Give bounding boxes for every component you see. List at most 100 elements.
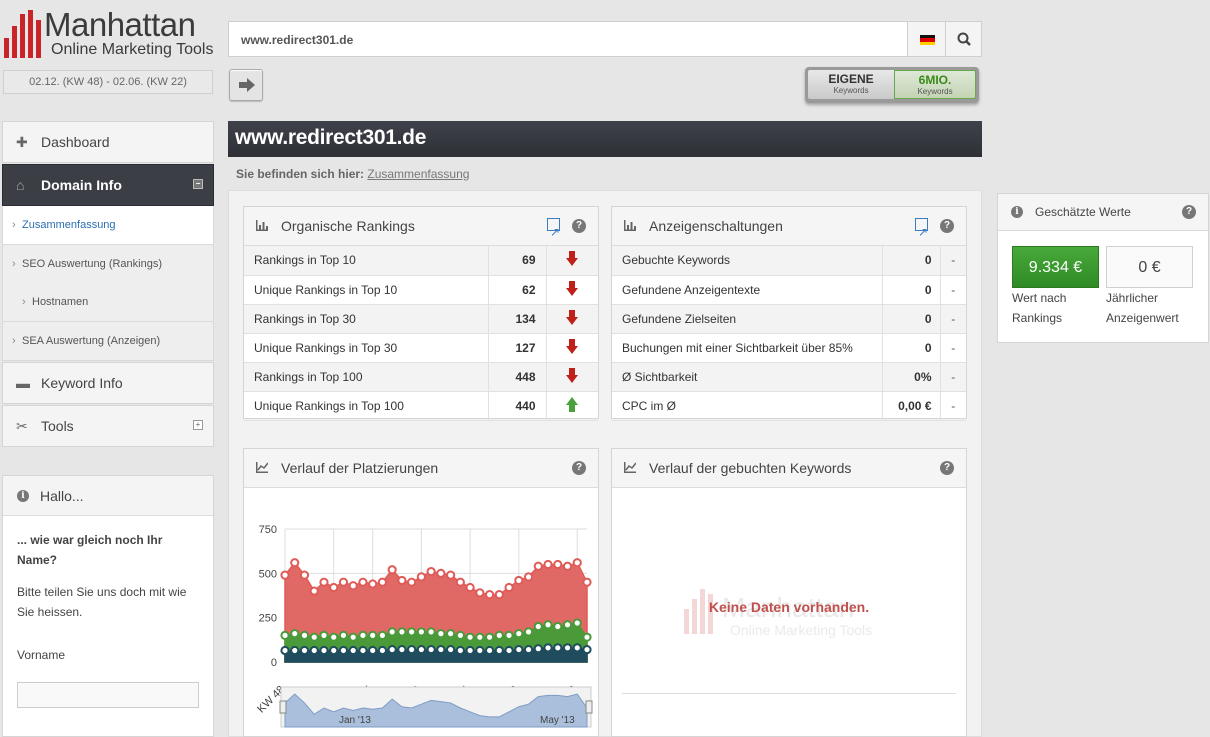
trend-down-icon — [566, 367, 579, 383]
help-icon[interactable]: ? — [940, 461, 954, 475]
panel-header: Anzeigenschaltungen ? — [612, 207, 966, 252]
help-icon[interactable]: ? — [572, 461, 586, 475]
data-point — [407, 644, 417, 655]
data-point — [514, 629, 524, 639]
table-row[interactable]: Rankings in Top 10 69 — [244, 246, 598, 276]
table-row[interactable]: Rankings in Top 100 448 — [244, 362, 598, 392]
data-point — [446, 629, 456, 639]
keyword-source-toggle[interactable]: EIGENE Keywords 6MIO. Keywords — [805, 67, 979, 103]
help-icon[interactable]: ? — [1182, 205, 1196, 219]
sidebar-subitem-seo[interactable]: SEO Auswertung (Rankings) — [2, 245, 214, 284]
table-row[interactable]: Unique Rankings in Top 30 127 — [244, 333, 598, 363]
navigator-handle-right — [585, 700, 593, 714]
search-button[interactable] — [945, 21, 982, 57]
expand-icon[interactable]: + — [193, 420, 203, 430]
sidebar-item-domain-info[interactable]: ⌂ Domain Info − — [2, 164, 214, 206]
table-row[interactable]: Buchungen mit einer Sichtbarkeit über 85… — [612, 333, 966, 363]
row-change: - — [939, 362, 966, 392]
data-point — [309, 586, 319, 596]
external-link-icon[interactable] — [547, 213, 560, 252]
toggle-6mio-keywords[interactable]: 6MIO. Keywords — [894, 70, 976, 99]
logo[interactable]: Manhattan Online Marketing Tools — [4, 6, 216, 64]
data-point — [426, 627, 436, 637]
row-label: Ø Sichtbarkeit — [612, 362, 882, 392]
data-point — [455, 577, 465, 587]
sidebar-subitem-hostnamen[interactable]: Hostnamen — [2, 283, 214, 322]
data-point — [475, 588, 485, 598]
german-flag-icon — [920, 35, 935, 45]
help-icon[interactable]: ? — [940, 219, 954, 233]
row-trend — [545, 333, 598, 363]
data-point — [387, 644, 397, 655]
row-label: Unique Rankings in Top 10 — [244, 275, 488, 305]
sidebar-item-keyword-info[interactable]: ▬ Keyword Info — [2, 362, 214, 404]
help-icon[interactable]: ? — [572, 219, 586, 233]
ads-panel: Anzeigenschaltungen ? Gebuchte Keywords0… — [611, 206, 967, 421]
data-point — [436, 568, 446, 578]
search-input[interactable]: www.redirect301.de — [228, 21, 908, 57]
data-point — [494, 630, 504, 640]
row-value: 0 — [881, 333, 940, 363]
data-point — [348, 632, 358, 642]
table-row[interactable]: Gefundene Anzeigentexte 0- — [612, 275, 966, 305]
table-row[interactable]: Rankings in Top 30 134 — [244, 304, 598, 334]
go-button[interactable] — [229, 69, 263, 101]
table-row[interactable]: Gefundene Zielseiten 0- — [612, 304, 966, 334]
date-range[interactable]: 02.12. (KW 48) - 02.06. (KW 22) — [3, 70, 213, 94]
data-point — [397, 575, 407, 586]
country-select[interactable] — [907, 21, 946, 57]
y-tick-label: 500 — [259, 568, 277, 580]
panel-title: Verlauf der gebuchten Keywords — [649, 460, 852, 476]
firstname-input[interactable] — [17, 682, 199, 708]
row-value: 62 — [487, 275, 546, 305]
table-row[interactable]: Unique Rankings in Top 10 62 — [244, 275, 598, 305]
table-row[interactable]: CPC im Ø 0,00 € - — [612, 391, 966, 421]
table-row[interactable]: Gebuchte Keywords 0- — [612, 246, 966, 276]
hallo-header: i Hallo... — [3, 476, 213, 516]
data-point — [290, 558, 300, 568]
bar-chart-icon — [256, 220, 268, 231]
data-point — [582, 577, 592, 587]
data-point — [475, 632, 485, 642]
data-point — [338, 577, 349, 587]
data-point — [562, 620, 573, 630]
row-value: 0 — [881, 246, 940, 276]
info-icon: i — [1011, 206, 1023, 218]
collapse-icon[interactable]: − — [193, 179, 203, 189]
data-point — [368, 579, 378, 589]
data-point — [465, 645, 475, 656]
hallo-title: Hallo... — [40, 488, 84, 504]
row-label: Gefundene Zielseiten — [612, 304, 882, 334]
data-point — [484, 645, 495, 656]
data-point — [455, 630, 465, 640]
data-point — [280, 645, 290, 656]
sidebar-item-dashboard[interactable]: ✚ Dashboard — [2, 121, 214, 163]
placements-chart[interactable]: 0250500750KW 48KW 1KW 5KW 9KW 14KW 18KW … — [244, 489, 598, 737]
data-point — [543, 643, 553, 653]
data-point — [358, 645, 368, 656]
row-value: 134 — [487, 304, 546, 334]
sidebar-item-label: Tools — [41, 418, 74, 434]
data-point — [514, 644, 524, 655]
data-point — [504, 630, 514, 640]
row-label: Gebuchte Keywords — [612, 246, 882, 276]
firstname-label: Vorname — [17, 648, 66, 662]
sidebar-subitem-sea[interactable]: SEA Auswertung (Anzeigen) — [2, 322, 214, 361]
table-row[interactable]: Unique Rankings in Top 100 440 — [244, 391, 598, 421]
search-icon — [957, 32, 971, 46]
toggle-own-keywords[interactable]: EIGENE Keywords — [808, 70, 894, 99]
data-point — [368, 645, 378, 656]
sidebar-item-tools[interactable]: ✂ Tools + — [2, 405, 214, 447]
widget-header: i Geschätzte Werte ? — [998, 194, 1208, 231]
data-point — [397, 644, 407, 655]
logo-subtitle: Online Marketing Tools — [51, 41, 214, 58]
external-link-icon[interactable] — [915, 213, 928, 252]
data-point — [494, 645, 504, 656]
breadcrumb-link[interactable]: Zusammenfassung — [367, 167, 469, 181]
data-point — [299, 645, 310, 656]
data-point — [299, 630, 310, 640]
navigator-label: May '13 — [540, 715, 575, 726]
table-row[interactable]: Ø Sichtbarkeit 0% - — [612, 362, 966, 392]
sidebar-subitem-zusammenfassung[interactable]: Zusammenfassung — [2, 206, 214, 245]
row-value: 0% — [881, 362, 940, 392]
